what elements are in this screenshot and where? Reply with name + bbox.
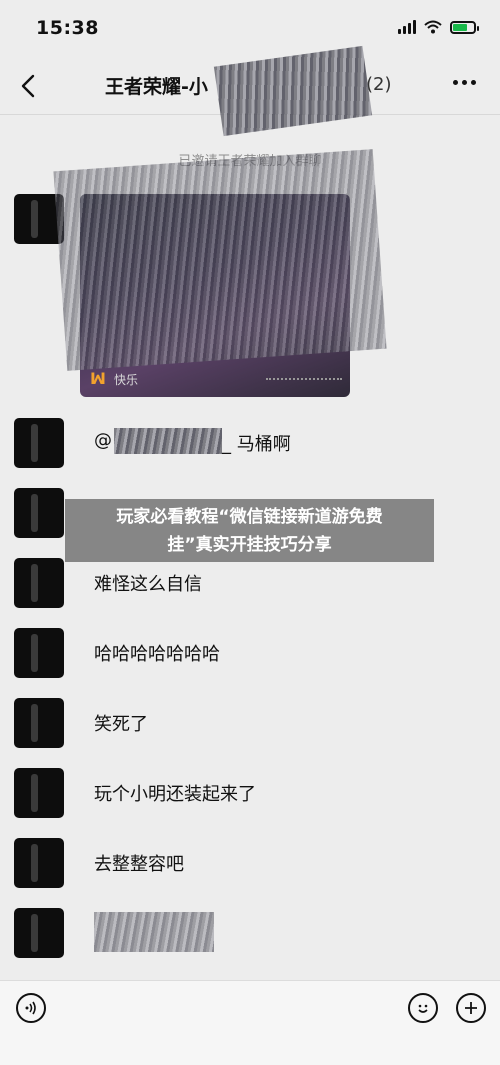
emoji-icon[interactable] — [408, 993, 438, 1023]
message-text: 难怪这么自信 — [94, 574, 202, 595]
status-bar: 15:38 — [0, 0, 500, 58]
message-row: 笑死了 — [14, 698, 484, 748]
app-logo-icon: ꟽ — [90, 369, 106, 388]
video-source: 快乐 — [114, 373, 139, 387]
message-row: 哈哈哈哈哈哈哈 — [14, 628, 484, 678]
more-icon[interactable] — [453, 80, 476, 85]
wifi-icon — [424, 20, 442, 34]
message-text: 哈哈哈哈哈哈哈 — [94, 644, 220, 665]
avatar[interactable] — [14, 908, 64, 958]
redaction-scribble — [53, 149, 387, 371]
message-text: 玩个小明还装起来了 — [94, 784, 256, 805]
voice-icon[interactable] — [16, 993, 46, 1023]
chat-title: 王者荣耀-小 — [105, 76, 208, 98]
status-time: 15:38 — [36, 17, 99, 39]
avatar[interactable] — [14, 418, 64, 468]
avatar[interactable] — [14, 698, 64, 748]
message-text: 去整整容吧 — [94, 854, 184, 875]
message-text: _ 马桶啊 — [222, 434, 291, 455]
overlay-banner: 玩家必看教程“微信链接新道游免费 挂”真实开挂技巧分享 — [65, 499, 434, 562]
banner-line: 玩家必看教程“微信链接新道游免费 — [116, 507, 383, 527]
add-icon[interactable] — [456, 993, 486, 1023]
message-text: @ — [94, 430, 112, 451]
member-count: (2) — [366, 74, 392, 95]
avatar[interactable] — [14, 628, 64, 678]
avatar[interactable] — [14, 838, 64, 888]
message-row: 玩个小明还装起来了 — [14, 768, 484, 818]
message-row: 难怪这么自信 — [14, 558, 484, 608]
input-bar — [0, 980, 500, 1065]
message-row — [14, 908, 484, 958]
message-row: 去整整容吧 — [14, 838, 484, 888]
banner-line: 挂”真实开挂技巧分享 — [167, 535, 332, 555]
redaction-scribble — [94, 912, 214, 952]
avatar[interactable] — [14, 558, 64, 608]
progress-dots — [266, 378, 342, 388]
back-arrow-icon[interactable] — [16, 70, 40, 102]
status-icons — [398, 20, 479, 34]
redaction-scribble — [114, 428, 222, 454]
message-row: @ _ 马桶啊 — [14, 418, 484, 468]
signal-icon — [398, 20, 416, 34]
avatar[interactable] — [14, 768, 64, 818]
avatar[interactable] — [14, 488, 64, 538]
message-text: 笑死了 — [94, 714, 148, 735]
battery-icon — [450, 20, 479, 34]
